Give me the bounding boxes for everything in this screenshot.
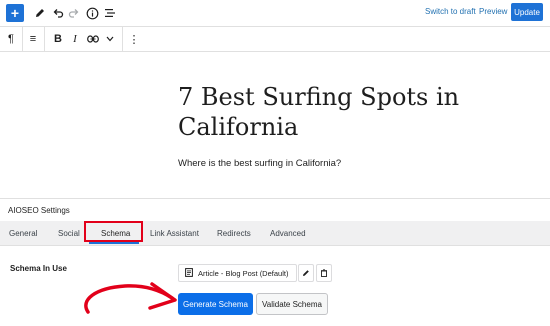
delete-schema-button[interactable] [316,264,332,282]
redo-icon[interactable] [66,4,82,22]
info-icon[interactable] [84,4,100,22]
schema-document-icon [185,267,193,279]
link-icon[interactable] [86,30,100,48]
toolbar-divider [44,27,45,51]
edit-schema-button[interactable] [298,264,314,282]
schema-item-label: Article - Blog Post (Default) [198,268,289,278]
pen-icon[interactable] [32,4,48,22]
tab-social[interactable]: Social [58,221,80,245]
more-options-icon[interactable]: ⋮ [128,30,140,48]
chevron-down-icon[interactable] [104,30,116,48]
pencil-icon [303,270,309,276]
toolbar-divider [122,27,123,51]
undo-icon[interactable] [50,4,66,22]
switch-to-draft-link[interactable]: Switch to draft [425,7,476,16]
schema-tab-highlight [84,221,143,242]
italic-button[interactable]: I [70,30,80,48]
schema-item: Article - Blog Post (Default) [178,264,297,282]
bold-button[interactable]: B [52,30,64,48]
validate-schema-button[interactable]: Validate Schema [256,293,328,315]
plus-icon[interactable]: + [6,4,24,22]
align-icon[interactable]: ≡ [26,30,40,48]
paragraph-block[interactable]: Where is the best surfing in California? [178,158,341,169]
preview-link[interactable]: Preview [479,7,507,16]
tab-link-assistant[interactable]: Link Assistant [150,221,199,245]
tab-redirects[interactable]: Redirects [217,221,251,245]
editor-top-toolbar: + Switch to draft Preview Update [0,0,550,26]
toolbar-divider [22,27,23,51]
schema-in-use-label: Schema In Use [10,264,67,273]
generate-schema-button[interactable]: Generate Schema [178,293,253,315]
tab-advanced[interactable]: Advanced [270,221,306,245]
post-title[interactable]: 7 Best Surfing Spots in California [178,82,478,142]
block-toolbar: ¶ ≡ B I ⋮ [0,26,550,52]
tab-general[interactable]: General [9,221,37,245]
aioseo-tabs: General Social Schema Link Assistant Red… [0,221,550,246]
schema-tab-content: Schema In Use Article - Blog Post (Defau… [0,246,550,325]
paragraph-icon[interactable]: ¶ [4,30,18,48]
active-tab-indicator [89,242,139,244]
update-button[interactable]: Update [511,3,543,21]
panel-title: AIOSEO Settings [8,206,70,215]
list-view-icon[interactable] [102,4,118,22]
trash-icon [321,269,327,277]
